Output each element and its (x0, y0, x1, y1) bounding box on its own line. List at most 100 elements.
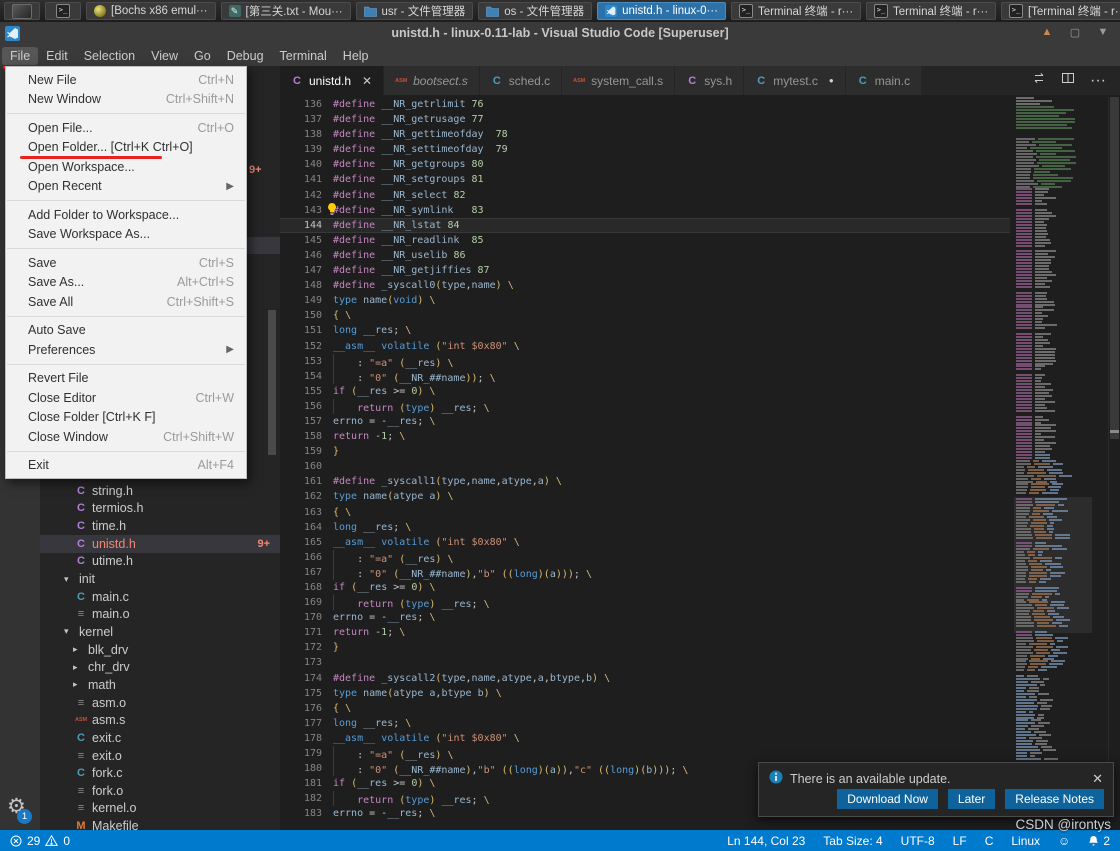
code-line[interactable]: 172} (280, 640, 1010, 655)
explorer-file-makefile[interactable]: M Makefile (40, 817, 280, 830)
taskbar-item-terminal-r[interactable]: >_ [Terminal 终端 - r··· (1000, 2, 1120, 20)
code-line[interactable]: 138 #define __NR_gettimeofday 78 (280, 127, 1010, 142)
taskbar-item-bochs-x86-emul[interactable]: [Bochs x86 emul··· (86, 2, 216, 20)
menu-go[interactable]: Go (186, 47, 219, 65)
code-line[interactable]: 151 long __res; \ (280, 323, 1010, 338)
status-utf-8[interactable]: UTF-8 (901, 834, 935, 848)
explorer-file-fork-c[interactable]: Cfork.c (40, 764, 280, 782)
menu-item-preferences[interactable]: Preferences ▶ (6, 340, 246, 360)
status-tab-size-4[interactable]: Tab Size: 4 (823, 834, 882, 848)
lightbulb-icon[interactable] (327, 203, 337, 221)
code-line[interactable]: 163{ \ (280, 505, 1010, 520)
explorer-file-time-h[interactable]: Ctime.h (40, 517, 280, 535)
taskbar-item-usr[interactable]: usr - 文件管理器 (355, 2, 474, 20)
taskbar-item-unistd-h-linux-0[interactable]: unistd.h - linux-0··· (597, 2, 726, 20)
explorer-scrollbar[interactable] (268, 310, 276, 455)
status-c[interactable]: C (985, 834, 994, 848)
menu-item-open-recent[interactable]: Open Recent ▶ (6, 177, 246, 197)
scrollbar-thumb[interactable] (1110, 97, 1119, 439)
explorer-folder-blk-drv[interactable]: ▸ blk_drv (40, 641, 280, 659)
menu-item-add-folder-to-workspace[interactable]: Add Folder to Workspace... (6, 205, 246, 225)
later-button[interactable]: Later (947, 789, 996, 809)
explorer-file-main-o[interactable]: ≡ main.o (40, 606, 280, 624)
tab-mytest-c[interactable]: Cmytest.c ● (744, 66, 846, 95)
code-line[interactable]: 170 errno = -__res; \ (280, 610, 1010, 625)
close-icon[interactable]: ✕ (362, 74, 372, 88)
code-line[interactable]: 173 (280, 655, 1010, 670)
code-line[interactable]: 174 #define _syscall2(type,name,atype,a,b… (280, 671, 1010, 686)
menu-item-revert-file[interactable]: Revert File (6, 369, 246, 389)
tab-main-c[interactable]: Cmain.c (845, 66, 923, 95)
menu-terminal[interactable]: Terminal (272, 47, 335, 65)
menu-item-open-folder-ctrl-k-ctrl-o[interactable]: Open Folder... [Ctrl+K Ctrl+O] (6, 138, 246, 159)
code-line[interactable]: 162 type name(atype a) \ (280, 489, 1010, 504)
menu-item-open-workspace[interactable]: Open Workspace... (6, 157, 246, 177)
close-icon[interactable]: ✕ (1092, 771, 1103, 787)
menu-item-save-all[interactable]: Save All Ctrl+Shift+S (6, 292, 246, 312)
code-line[interactable]: 139 #define __NR_settimeofday 79 (280, 142, 1010, 157)
explorer-folder-chr-drv[interactable]: ▸ chr_drv (40, 659, 280, 677)
code-line[interactable]: 141 #define __NR_setgroups 81 (280, 172, 1010, 187)
split-editor-icon[interactable] (1061, 71, 1075, 90)
code-line[interactable]: 159} (280, 444, 1010, 459)
code-line[interactable]: 153 : "=a" (__res) \ (280, 353, 1010, 369)
menu-item-close-window[interactable]: Close Window Ctrl+Shift+W (6, 427, 246, 447)
taskbar-item-item[interactable]: >_ (45, 2, 81, 20)
feedback-smiley-icon[interactable]: ☺ (1058, 834, 1070, 848)
menu-item-save[interactable]: Save Ctrl+S (6, 253, 246, 273)
menu-debug[interactable]: Debug (219, 47, 272, 65)
code-line[interactable]: 160 (280, 459, 1010, 474)
code-line[interactable]: 136 #define __NR_getrlimit 76 (280, 97, 1010, 112)
code-line[interactable]: 148 #define _syscall0(type,name) \ (280, 278, 1010, 293)
code-line[interactable]: 137 #define __NR_getrusage 77 (280, 112, 1010, 127)
menu-item-close-editor[interactable]: Close Editor Ctrl+W (6, 388, 246, 408)
explorer-file-main-c[interactable]: Cmain.c (40, 588, 280, 606)
minimap[interactable] (1014, 97, 1092, 830)
code-line[interactable]: 140 #define __NR_getgroups 80 (280, 157, 1010, 172)
code-line[interactable]: 158 return -1; \ (280, 429, 1010, 444)
explorer-file-kernel-o[interactable]: ≡ kernel.o (40, 800, 280, 818)
more-actions-icon[interactable]: ··· (1090, 72, 1106, 90)
code-line[interactable]: 161 #define _syscall1(type,name,atype,a) … (280, 474, 1010, 489)
code-line[interactable]: 144 #define __NR_lstat 84 (280, 217, 1010, 233)
explorer-file-string-h[interactable]: Cstring.h (40, 482, 280, 500)
code-line[interactable]: 168 if (__res >= 0) \ (280, 580, 1010, 595)
menu-view[interactable]: View (143, 47, 186, 65)
status-linux[interactable]: Linux (1011, 834, 1040, 848)
code-line[interactable]: 146 #define __NR_uselib 86 (280, 248, 1010, 263)
menu-item-close-folder-ctrl-k-f[interactable]: Close Folder [Ctrl+K F] (6, 408, 246, 428)
code-line[interactable]: 167 : "0" (__NR_##name),"b" ((long)(a)))… (280, 564, 1010, 580)
status-lf[interactable]: LF (953, 834, 967, 848)
taskbar-item-txt-mou[interactable]: ✎ [第三关.txt - Mou··· (220, 2, 351, 20)
menu-item-save-workspace-as[interactable]: Save Workspace As... (6, 225, 246, 245)
code-line[interactable]: 154 : "0" (__NR_##name)); \ (280, 368, 1010, 384)
modified-dot-icon[interactable]: ● (829, 76, 834, 85)
explorer-file-asm-s[interactable]: ASM asm.s (40, 711, 280, 729)
menu-item-new-window[interactable]: New Window Ctrl+Shift+N (6, 90, 246, 110)
menu-edit[interactable]: Edit (38, 47, 76, 65)
code-line[interactable]: 157 errno = -__res; \ (280, 414, 1010, 429)
problems-indicator[interactable]: 29 0 (10, 834, 70, 848)
code-line[interactable]: 169 return (type) __res; \ (280, 595, 1010, 611)
code-line[interactable]: 143 #define __NR_symlink 83 (280, 203, 1010, 218)
code-line[interactable]: 147 #define __NR_getjiffies 87 (280, 263, 1010, 278)
code-line[interactable]: 178 __asm__ volatile ("int $0x80" \ (280, 731, 1010, 746)
menu-item-auto-save[interactable]: Auto Save (6, 321, 246, 341)
menu-selection[interactable]: Selection (76, 47, 143, 65)
menu-item-save-as[interactable]: Save As... Alt+Ctrl+S (6, 273, 246, 293)
tab-sys-h[interactable]: Csys.h (675, 66, 745, 95)
code-line[interactable]: 152 __asm__ volatile ("int $0x80" \ (280, 339, 1010, 354)
code-line[interactable]: 165 __asm__ volatile ("int $0x80" \ (280, 535, 1010, 550)
menu-item-new-file[interactable]: New File Ctrl+N (6, 70, 246, 90)
code-line[interactable]: 176{ \ (280, 701, 1010, 716)
window-controls[interactable]: ▲ ▢ ▼ (1040, 26, 1110, 39)
code-line[interactable]: 149 type name(void) \ (280, 293, 1010, 308)
taskbar-item-terminal-r[interactable]: >_ Terminal 终端 - r··· (730, 2, 861, 20)
menu-item-open-file[interactable]: Open File... Ctrl+O (6, 118, 246, 138)
menu-help[interactable]: Help (335, 47, 377, 65)
explorer-file-exit-c[interactable]: Cexit.c (40, 729, 280, 747)
explorer-folder-math[interactable]: ▸ math (40, 676, 280, 694)
explorer-file-asm-o[interactable]: ≡ asm.o (40, 694, 280, 712)
code-line[interactable]: 150{ \ (280, 308, 1010, 323)
taskbar-item-item[interactable] (4, 2, 40, 20)
